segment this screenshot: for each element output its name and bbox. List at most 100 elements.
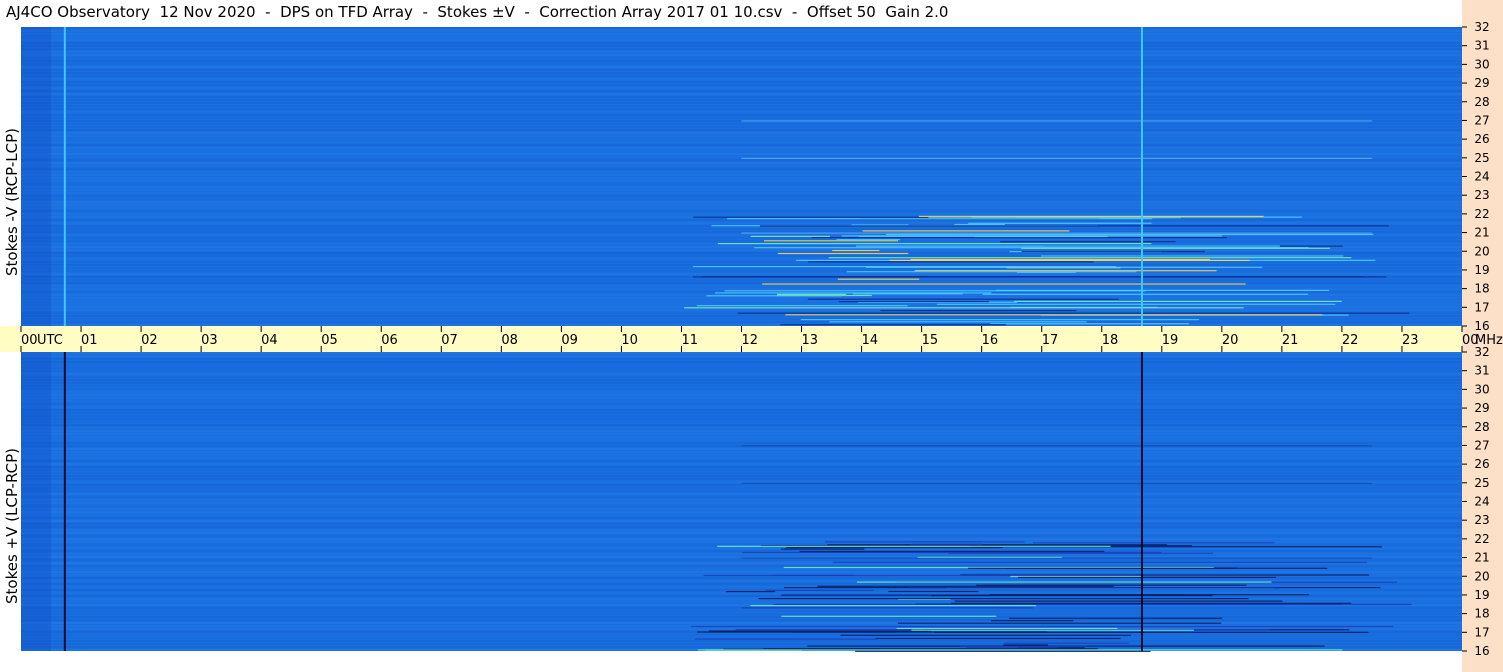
texture-band <box>21 123 1462 125</box>
texture-band <box>21 270 1462 272</box>
texture-band <box>21 490 1462 492</box>
texture-band <box>21 174 1462 176</box>
emission-streak <box>832 249 880 252</box>
texture-band <box>21 204 1462 206</box>
texture-band <box>21 559 1462 561</box>
emission-streak <box>691 625 1394 628</box>
emission-streak <box>765 589 874 591</box>
freq-tick-label: 25 <box>1474 476 1489 490</box>
texture-band <box>21 484 1462 486</box>
texture-band <box>21 640 1462 642</box>
emission-streak <box>692 276 1387 278</box>
texture-band <box>21 36 1462 38</box>
emission-streak <box>697 649 1343 651</box>
utc-label: UTC <box>37 333 63 348</box>
emission-streak <box>777 252 909 255</box>
time-tick-label: 07 <box>441 333 458 348</box>
texture-band <box>21 493 1462 495</box>
bottom-panel-ylabel: Stokes +V (LCP-RCP) <box>3 448 21 604</box>
emission-streak <box>846 271 1137 273</box>
texture-band <box>21 138 1462 140</box>
texture-band <box>21 352 1462 354</box>
texture-band <box>21 105 1462 107</box>
time-tick-label: 17 <box>1042 333 1059 348</box>
emission-streak <box>785 314 1323 316</box>
emission-streak <box>968 222 1152 224</box>
texture-band <box>21 156 1462 158</box>
emission-streak <box>1021 247 1330 249</box>
texture-band <box>21 285 1462 287</box>
texture-band <box>21 297 1462 299</box>
texture-band <box>21 457 1462 459</box>
emission-streak <box>856 581 1272 583</box>
emission-streak <box>880 310 1077 312</box>
emission-streak <box>982 293 1309 295</box>
texture-band <box>21 427 1462 429</box>
freq-tick-label: 19 <box>1474 588 1489 602</box>
texture-band <box>21 228 1462 230</box>
texture-band <box>21 592 1462 594</box>
texture-band <box>21 108 1462 110</box>
emission-streak <box>724 290 1146 292</box>
freq-tick-label: 29 <box>1474 401 1489 415</box>
texture-band <box>21 538 1462 540</box>
texture-band <box>21 481 1462 483</box>
emission-streak <box>811 237 1227 239</box>
texture-band <box>21 273 1462 275</box>
texture-band <box>21 463 1462 465</box>
freq-tick-label: 18 <box>1474 607 1489 621</box>
texture-band <box>21 364 1462 366</box>
freq-tick-label: 16 <box>1474 319 1489 333</box>
texture-band <box>21 183 1462 185</box>
mhz-label: MHz <box>1475 333 1503 348</box>
emission-streak <box>807 298 1119 300</box>
time-tick-label: 21 <box>1282 333 1299 348</box>
emission-streak <box>694 638 878 640</box>
emission-streak <box>780 324 1006 326</box>
texture-band <box>21 210 1462 212</box>
texture-band <box>21 279 1462 281</box>
emission-streak <box>741 607 1033 609</box>
texture-band <box>21 135 1462 137</box>
emission-streak <box>837 278 920 280</box>
emission-streak <box>717 545 1111 547</box>
texture-band <box>21 361 1462 363</box>
texture-band <box>21 388 1462 390</box>
texture-band <box>21 141 1462 143</box>
texture-band <box>21 526 1462 528</box>
texture-band <box>21 442 1462 444</box>
texture-band <box>21 355 1462 357</box>
emission-streak <box>781 594 1183 596</box>
texture-band <box>21 237 1462 239</box>
emission-streak <box>800 319 1200 321</box>
emission-streak <box>911 629 1194 631</box>
emission-streak <box>875 637 1121 640</box>
texture-band <box>21 565 1462 567</box>
emission-streak <box>1009 617 1223 619</box>
emission-streak <box>852 293 963 295</box>
texture-band <box>21 532 1462 534</box>
texture-band <box>21 78 1462 80</box>
time-tick-label: 15 <box>922 333 939 348</box>
texture-band <box>21 75 1462 77</box>
texture-band <box>21 616 1462 618</box>
time-tick-label: 00 <box>21 333 38 348</box>
emission-streak <box>781 548 865 550</box>
texture-band <box>21 264 1462 266</box>
time-tick-label: 08 <box>501 333 518 348</box>
texture-band <box>21 475 1462 477</box>
texture-band <box>21 382 1462 384</box>
texture-band <box>21 460 1462 462</box>
texture-band <box>21 373 1462 375</box>
emission-streak <box>1014 300 1342 302</box>
texture-band <box>21 505 1462 507</box>
texture-band <box>21 469 1462 471</box>
texture-band <box>21 162 1462 164</box>
texture-band <box>21 520 1462 522</box>
texture-band <box>21 168 1462 170</box>
texture-band <box>21 448 1462 450</box>
texture-band <box>21 391 1462 393</box>
texture-band <box>21 195 1462 197</box>
texture-band <box>21 147 1462 149</box>
freq-tick-label: 21 <box>1474 551 1489 565</box>
